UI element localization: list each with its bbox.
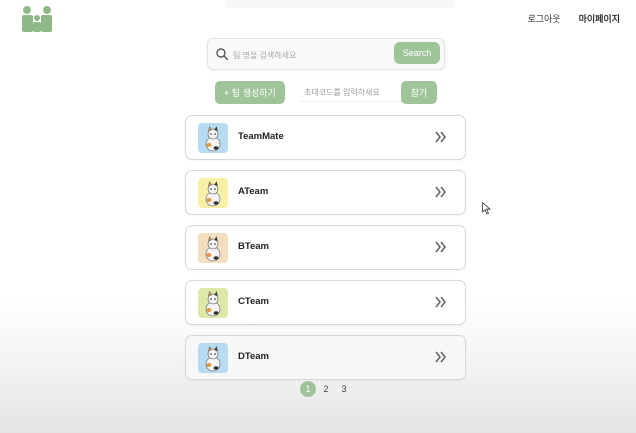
team-name: BTeam xyxy=(238,241,269,252)
team-list: TeamMate ATeam BTeam CTeam DTeam xyxy=(185,115,466,390)
team-avatar xyxy=(198,178,228,208)
team-name: TeamMate xyxy=(238,131,284,142)
double-chevron-right-icon[interactable] xyxy=(434,295,448,309)
team-name: CTeam xyxy=(238,296,269,307)
team-name: DTeam xyxy=(238,351,269,362)
team-name: ATeam xyxy=(238,186,269,197)
team-avatar xyxy=(198,123,228,153)
logout-link[interactable]: 로그아웃 xyxy=(527,12,560,25)
page-1-button[interactable]: 1 xyxy=(300,381,316,397)
double-chevron-right-icon[interactable] xyxy=(434,130,448,144)
cat-avatar-icon xyxy=(198,123,228,153)
search-icon xyxy=(216,48,229,61)
nav-links: 로그아웃 마이페이지 xyxy=(527,12,620,25)
cat-avatar-icon xyxy=(198,288,228,318)
family-logo-icon[interactable] xyxy=(20,5,54,33)
search-button[interactable]: Search xyxy=(394,42,440,64)
team-card[interactable]: CTeam xyxy=(185,280,466,325)
join-button[interactable]: 참가 xyxy=(401,81,437,104)
mypage-link[interactable]: 마이페이지 xyxy=(579,12,620,25)
team-card[interactable]: BTeam xyxy=(185,225,466,270)
create-team-button[interactable]: + 팀 생성하기 xyxy=(215,81,285,104)
double-chevron-right-icon[interactable] xyxy=(434,185,448,199)
team-card[interactable]: DTeam xyxy=(185,335,466,380)
mouse-cursor-icon xyxy=(482,202,491,215)
top-decoration xyxy=(225,0,455,8)
double-chevron-right-icon[interactable] xyxy=(434,350,448,364)
cat-avatar-icon xyxy=(198,343,228,373)
team-avatar xyxy=(198,233,228,263)
invite-code-input[interactable] xyxy=(300,83,404,102)
team-avatar xyxy=(198,343,228,373)
page-3-button[interactable]: 3 xyxy=(336,381,352,397)
pagination: 123 xyxy=(300,381,352,397)
double-chevron-right-icon[interactable] xyxy=(434,240,448,254)
cat-avatar-icon xyxy=(198,233,228,263)
search-input[interactable] xyxy=(231,46,395,64)
team-card[interactable]: TeamMate xyxy=(185,115,466,160)
page-2-button[interactable]: 2 xyxy=(318,381,334,397)
team-card[interactable]: ATeam xyxy=(185,170,466,215)
header: 로그아웃 마이페이지 xyxy=(0,0,636,36)
team-avatar xyxy=(198,288,228,318)
cat-avatar-icon xyxy=(198,178,228,208)
search-bar: Search xyxy=(207,38,445,70)
